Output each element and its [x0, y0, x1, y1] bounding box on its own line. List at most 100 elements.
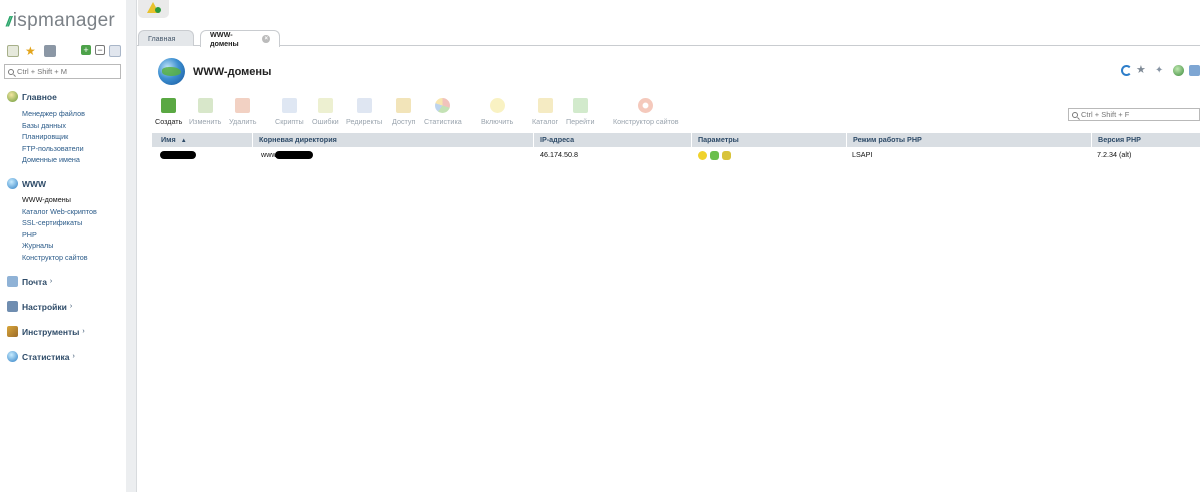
statistics-pie-icon — [435, 98, 451, 113]
sidebar-splitter[interactable] — [126, 0, 137, 492]
column-header-php-version[interactable]: Версия PHP — [1091, 133, 1200, 147]
column-header-root-dir[interactable]: Корневая директория — [252, 133, 530, 147]
chevron-right-icon: › — [72, 353, 75, 360]
access-label: Доступ — [392, 117, 416, 126]
sidebar-section-www[interactable]: WWW — [7, 178, 46, 189]
column-header-php-mode[interactable]: Режим работы PHP — [846, 133, 1091, 147]
table-row[interactable]: www 46.174.50.8 LSAPI 7.2.34 (alt) — [152, 147, 1200, 163]
table-search-input[interactable] — [1081, 110, 1191, 119]
www-globe-icon — [7, 178, 18, 189]
redirects-label: Редиректы — [346, 117, 383, 126]
info-dot-icon — [155, 7, 161, 13]
www-domains-table: Имя ▲ Корневая директория IP-адреса Пара… — [152, 133, 1200, 163]
sidebar-item-ssl[interactable]: SSL-сертификаты — [22, 217, 97, 229]
statistics-button[interactable]: Статистика — [424, 95, 462, 126]
sidebar-search[interactable] — [4, 64, 121, 79]
access-button[interactable]: Доступ — [392, 95, 415, 126]
menu-grid-icon[interactable] — [7, 45, 19, 57]
scripts-icon — [281, 98, 297, 113]
tab-bar: Главная WWW-домены × — [137, 28, 1200, 48]
column-header-label: Режим работы PHP — [853, 135, 922, 144]
header-actions: ★ ✦ — [1119, 65, 1200, 79]
cell-ip: 46.174.50.8 — [540, 150, 578, 159]
export-icon[interactable] — [1189, 65, 1200, 76]
catalog-label: Каталог — [532, 117, 559, 126]
sidebar-www-items: WWW-домены Каталог Web-скриптов SSL-серт… — [22, 194, 97, 264]
create-button[interactable]: Создать — [155, 95, 182, 126]
column-header-params[interactable]: Параметры — [691, 133, 841, 147]
table-search[interactable] — [1068, 108, 1200, 121]
cell-params — [691, 147, 841, 163]
column-header-ip[interactable]: IP-адреса — [533, 133, 690, 147]
edit-label: Изменить — [189, 117, 222, 126]
column-header-name[interactable]: Имя ▲ — [152, 133, 252, 147]
site-builder-label: Конструктор сайтов — [613, 117, 679, 126]
sidebar-section-main[interactable]: Главное — [7, 91, 57, 102]
refresh-icon[interactable] — [1121, 65, 1132, 76]
redirects-icon — [356, 98, 372, 113]
sidebar-search-input[interactable] — [17, 67, 117, 76]
errors-label: Ошибки — [312, 117, 339, 126]
sidebar-section-statistics[interactable]: Статистика › — [7, 351, 75, 362]
sidebar-item-file-manager[interactable]: Менеджер файлов — [22, 108, 85, 120]
toolbar: Создать Изменить Удалить Скрипты Ошибки … — [150, 95, 700, 129]
statistics-label: Статистика — [424, 117, 462, 126]
edit-icon — [197, 98, 213, 113]
redirects-button[interactable]: Редиректы — [346, 95, 382, 126]
sidebar-item-www-domains[interactable]: WWW-домены — [22, 194, 97, 206]
sidebar-item-web-scripts[interactable]: Каталог Web-скриптов — [22, 206, 97, 218]
goto-button[interactable]: Перейти — [566, 95, 594, 126]
bulb-active-icon — [698, 151, 707, 160]
pin-icon[interactable] — [109, 45, 121, 57]
edit-button[interactable]: Изменить — [189, 95, 221, 126]
help-globe-icon[interactable] — [1173, 65, 1184, 76]
scripts-label: Скрипты — [275, 117, 304, 126]
sidebar-item-logs[interactable]: Журналы — [22, 240, 97, 252]
sidebar: // ispmanager ★ + − Главное Менеджер фай… — [0, 0, 126, 492]
ispmanager-logo[interactable]: // ispmanager — [6, 10, 115, 32]
sidebar-item-databases[interactable]: Базы данных — [22, 120, 85, 132]
sidebar-toolbar: ★ + − — [7, 45, 122, 59]
sidebar-section-title: Настройки — [22, 301, 67, 312]
favorites-star-icon[interactable]: ★ — [25, 45, 37, 57]
catalog-button[interactable]: Каталог — [532, 95, 558, 126]
favorite-star-icon[interactable]: ★ — [1136, 65, 1147, 76]
errors-button[interactable]: Ошибки — [312, 95, 339, 126]
www-domains-globe-icon — [158, 58, 185, 85]
sidebar-section-settings[interactable]: Настройки › — [7, 301, 72, 312]
notifications-button[interactable] — [138, 0, 169, 18]
sidebar-item-ftp-users[interactable]: FTP-пользователи — [22, 143, 85, 155]
sidebar-item-domain-names[interactable]: Доменные имена — [22, 154, 85, 166]
sidebar-section-title: Почта — [22, 276, 47, 287]
tab-www-domains[interactable]: WWW-домены × — [200, 30, 280, 48]
sidebar-section-title: Статистика — [22, 351, 70, 362]
sidebar-section-tools[interactable]: Инструменты › — [7, 326, 85, 337]
home-icon — [7, 91, 18, 102]
collapse-all-icon[interactable]: − — [95, 45, 105, 55]
sidebar-item-scheduler[interactable]: Планировщик — [22, 131, 85, 143]
enable-bulb-icon — [489, 98, 505, 113]
tab-main[interactable]: Главная — [138, 30, 194, 46]
briefcase-icon[interactable] — [44, 45, 56, 57]
enable-label: Включить — [481, 117, 514, 126]
page-title: WWW-домены — [193, 66, 272, 78]
sidebar-section-title: WWW — [22, 178, 47, 189]
sort-asc-icon: ▲ — [180, 138, 187, 144]
sidebar-section-mail[interactable]: Почта › — [7, 276, 52, 287]
sidebar-item-php[interactable]: PHP — [22, 229, 97, 241]
sidebar-item-site-builder[interactable]: Конструктор сайтов — [22, 252, 97, 264]
site-builder-button[interactable]: Конструктор сайтов — [613, 95, 679, 126]
pin-icon[interactable]: ✦ — [1155, 65, 1166, 76]
close-tab-icon[interactable]: × — [262, 35, 270, 43]
cell-php-version: 7.2.34 (alt) — [1097, 150, 1132, 159]
expand-all-icon[interactable]: + — [81, 45, 91, 55]
enable-button[interactable]: Включить — [481, 95, 513, 126]
table-header: Имя ▲ Корневая директория IP-адреса Пара… — [152, 133, 1200, 147]
delete-button[interactable]: Удалить — [229, 95, 256, 126]
column-header-label: Версия PHP — [1098, 135, 1141, 144]
cell-name — [154, 147, 252, 163]
logo-mark: // — [6, 13, 12, 29]
redacted-root-dir — [274, 151, 313, 160]
chevron-right-icon: › — [69, 303, 73, 310]
scripts-button[interactable]: Скрипты — [275, 95, 304, 126]
